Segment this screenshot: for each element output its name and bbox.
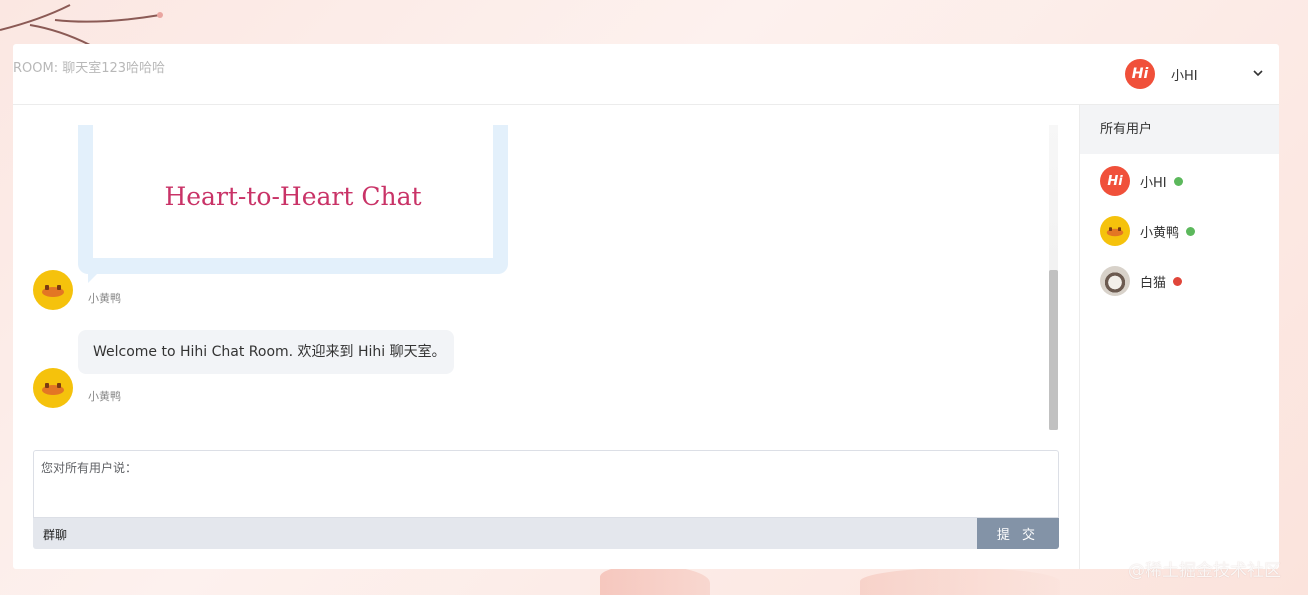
scroll-thumb[interactable] <box>1049 270 1058 430</box>
petal-decoration <box>600 565 710 595</box>
chat-area: Heart-to-Heart Chat 小黄鸭 Welcome to Hihi … <box>13 105 1079 569</box>
duck-icon <box>42 383 64 395</box>
scrollbar[interactable] <box>1049 125 1058 430</box>
image-caption: Heart-to-Heart Chat <box>164 182 422 211</box>
cat-avatar <box>1100 266 1130 296</box>
user-item[interactable]: 白猫 <box>1100 265 1270 297</box>
chat-mode-label: 群聊 <box>43 528 68 542</box>
chevron-down-icon[interactable] <box>1251 66 1265 80</box>
chat-window: ROOM: 聊天室123哈哈哈 Hi 小HI Heart-to-Heart Ch… <box>13 44 1279 569</box>
text-message-bubble[interactable]: Welcome to Hihi Chat Room. 欢迎来到 Hihi 聊天室… <box>78 330 454 374</box>
duck-icon <box>42 285 64 297</box>
petal-decoration <box>860 568 1060 595</box>
current-user-name: 小HI <box>1171 68 1198 84</box>
room-title: ROOM: 聊天室123哈哈哈 <box>13 61 166 76</box>
user-item[interactable]: 小黄鸭 <box>1100 215 1270 247</box>
user-name: 小黄鸭 <box>1140 225 1180 241</box>
message-list[interactable]: Heart-to-Heart Chat 小黄鸭 Welcome to Hihi … <box>13 125 1053 430</box>
submit-button[interactable]: 提 交 <box>977 518 1059 549</box>
user-item[interactable]: Hi 小HI <box>1100 165 1270 197</box>
composer-bar: 群聊 提 交 <box>33 518 1059 549</box>
users-panel-title: 所有用户 <box>1080 105 1279 154</box>
image-message-bubble[interactable]: Heart-to-Heart Chat <box>78 125 508 283</box>
hi-logo-icon: Hi <box>1100 166 1130 196</box>
watermark: @稀土掘金技术社区 <box>1128 561 1281 581</box>
header: ROOM: 聊天室123哈哈哈 Hi 小HI <box>13 44 1279 105</box>
sender-name: 小黄鸭 <box>88 292 121 305</box>
user-name: 小HI <box>1140 175 1167 191</box>
duck-icon <box>1106 227 1124 237</box>
user-menu[interactable]: Hi 小HI <box>1125 58 1265 90</box>
users-panel: 所有用户 Hi 小HI 小黄鸭 白猫 <box>1079 105 1279 569</box>
shared-image[interactable]: Heart-to-Heart Chat <box>93 125 493 258</box>
duck-avatar[interactable] <box>33 368 73 408</box>
duck-avatar <box>1100 216 1130 246</box>
sender-name: 小黄鸭 <box>88 390 121 403</box>
offline-status-dot <box>1173 276 1183 286</box>
online-status-dot <box>1173 176 1183 186</box>
message-input[interactable] <box>33 450 1059 518</box>
online-status-dot <box>1186 226 1196 236</box>
bubble-tail <box>88 273 98 283</box>
hi-logo-icon: Hi <box>1125 59 1155 89</box>
duck-avatar[interactable] <box>33 270 73 310</box>
hi-logo-text: Hi <box>1107 173 1123 189</box>
user-name: 白猫 <box>1140 275 1167 291</box>
composer: 群聊 提 交 <box>33 450 1059 549</box>
